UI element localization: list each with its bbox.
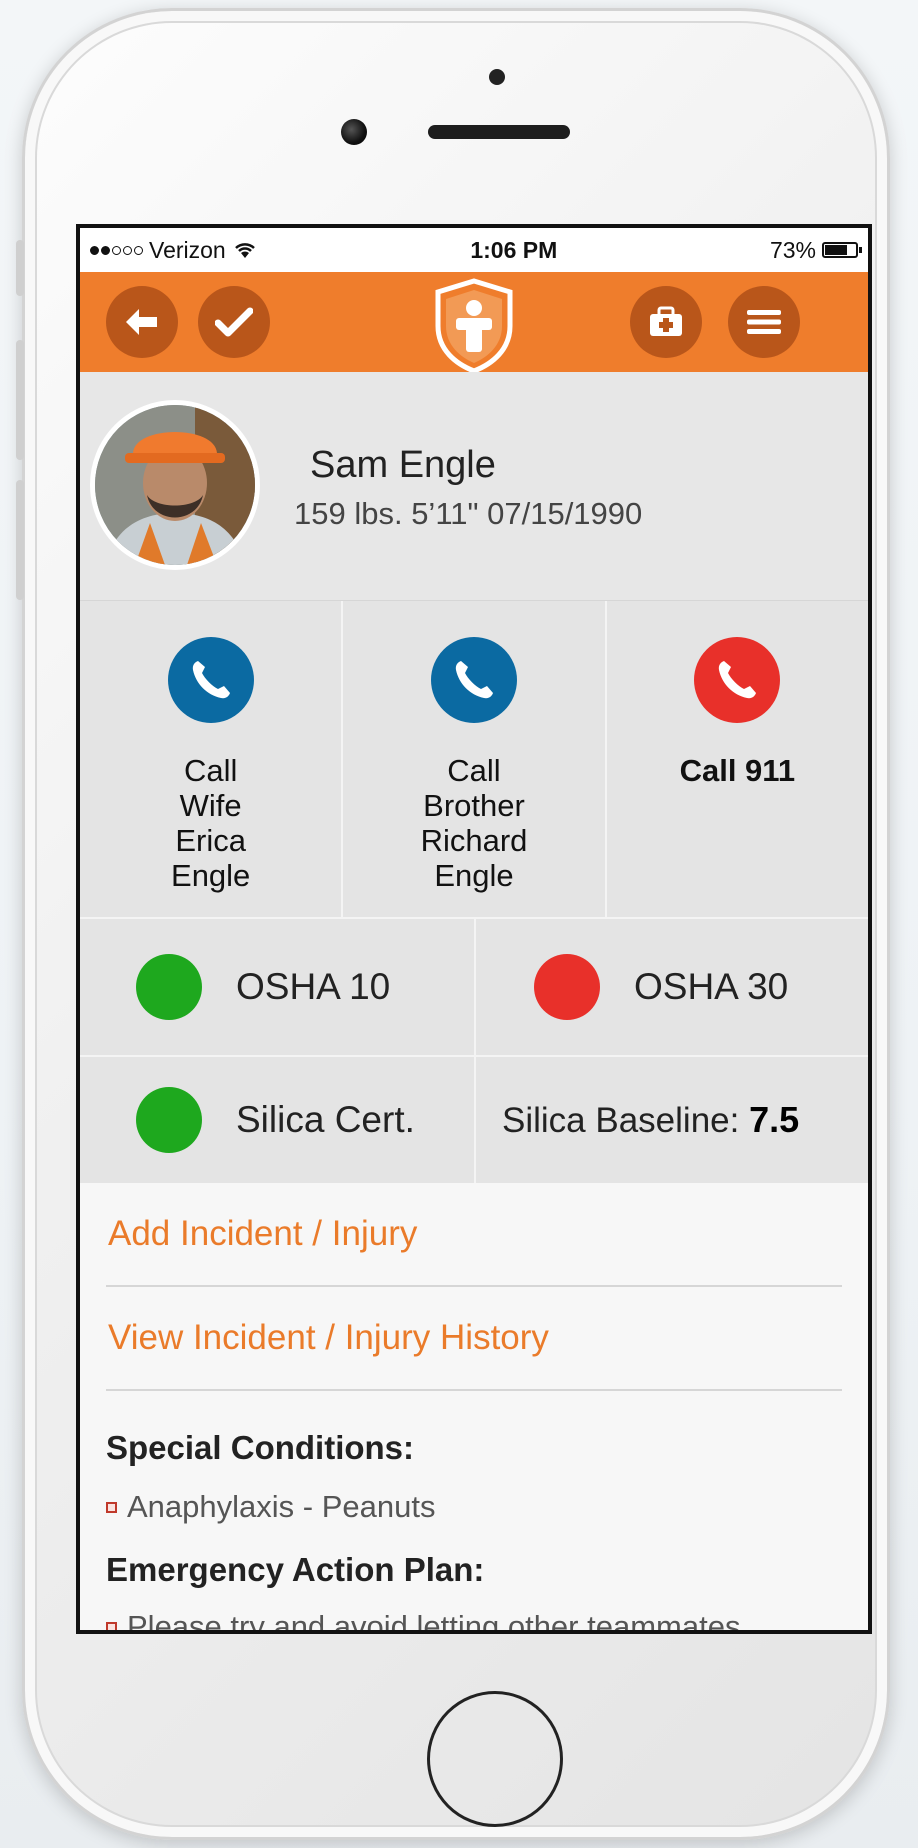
call-wife-button[interactable]: Call Wife Erica Engle (80, 601, 344, 917)
app-screen: Verizon 1:06 PM 73% Sam Engle 159 lbs. 5… (76, 224, 872, 1634)
back-button[interactable] (106, 286, 178, 358)
earpiece-speaker (428, 125, 570, 139)
volume-down-button (16, 480, 24, 600)
profile-name: Sam Engle (310, 444, 496, 486)
silica-baseline-value: 7.5 (749, 1099, 800, 1140)
avatar (90, 400, 260, 570)
battery-percent: 73% (769, 236, 816, 263)
bullet-icon (106, 1501, 117, 1513)
call-brother-button[interactable]: Call Brother Richard Engle (343, 601, 607, 917)
cert-osha10: OSHA 10 (80, 919, 476, 1057)
signal-strength-icon (90, 245, 143, 255)
status-time: 1:06 PM (470, 236, 558, 263)
app-logo-icon (435, 278, 513, 374)
contact-label: Call Wife Erica Engle (171, 753, 251, 893)
worker-photo (95, 405, 255, 565)
proximity-sensor (489, 69, 505, 85)
cert-label: OSHA 10 (236, 966, 391, 1007)
list-item: Anaphylaxis - Peanuts (106, 1489, 842, 1525)
back-arrow-icon (126, 309, 157, 335)
contact-label: Call Brother Richard Engle (420, 753, 528, 893)
silica-baseline-text: Silica Baseline: 7.5 (476, 1099, 799, 1141)
condition-text: Anaphylaxis - Peanuts (127, 1489, 436, 1524)
silica-baseline: Silica Baseline: 7.5 (476, 1057, 868, 1183)
check-icon (215, 307, 253, 337)
call-911-button[interactable]: Call 911 (607, 601, 868, 917)
hamburger-menu-icon (747, 310, 781, 334)
menu-button[interactable] (728, 286, 800, 358)
special-conditions-title: Special Conditions: (106, 1429, 415, 1466)
emergency-contacts: Call Wife Erica Engle Call Brother Richa… (80, 601, 868, 919)
list-item: Please try and avoid letting other teamm… (106, 1609, 842, 1634)
carrier-info: Verizon (90, 237, 258, 264)
details-section: Add Incident / Injury View Incident / In… (80, 1183, 868, 1634)
cert-silica: Silica Cert. (80, 1057, 476, 1183)
add-incident-link[interactable]: Add Incident / Injury (106, 1183, 842, 1287)
volume-up-button (16, 340, 24, 460)
wifi-icon (234, 243, 255, 258)
view-incident-history-link[interactable]: View Incident / Injury History (106, 1287, 842, 1391)
silica-baseline-label: Silica Baseline: (502, 1101, 740, 1140)
top-nav-bar (80, 272, 868, 374)
cert-osha30: OSHA 30 (476, 919, 868, 1057)
certifications-grid: OSHA 10 OSHA 30 Silica Cert. Silica Base… (80, 919, 868, 1183)
status-dot (534, 954, 600, 1020)
status-dot (136, 1087, 202, 1153)
phone-icon (167, 637, 254, 723)
cert-label: OSHA 30 (634, 966, 789, 1007)
mute-switch (16, 240, 24, 296)
plan-text: Please try and avoid letting other teamm… (127, 1609, 741, 1634)
cert-label: Silica Cert. (236, 1099, 415, 1140)
phone-icon (694, 637, 781, 723)
bullet-icon (106, 1621, 117, 1630)
first-aid-kit-icon (650, 306, 682, 336)
confirm-button[interactable] (198, 286, 270, 358)
status-bar: Verizon 1:06 PM 73% (80, 228, 868, 272)
first-aid-button[interactable] (630, 286, 702, 358)
status-dot (136, 954, 202, 1020)
home-button[interactable] (427, 1691, 563, 1827)
emergency-plan-title: Emergency Action Plan: (106, 1551, 485, 1588)
front-camera (341, 119, 367, 145)
battery-icon (821, 242, 862, 258)
contact-label: Call 911 (679, 753, 796, 788)
profile-header: Sam Engle 159 lbs. 5’11" 07/15/1990 (80, 372, 868, 601)
carrier-name: Verizon (149, 236, 226, 263)
battery-status: 73% (769, 236, 862, 264)
profile-details: 159 lbs. 5’11" 07/15/1990 (294, 496, 643, 531)
phone-icon (430, 637, 517, 723)
